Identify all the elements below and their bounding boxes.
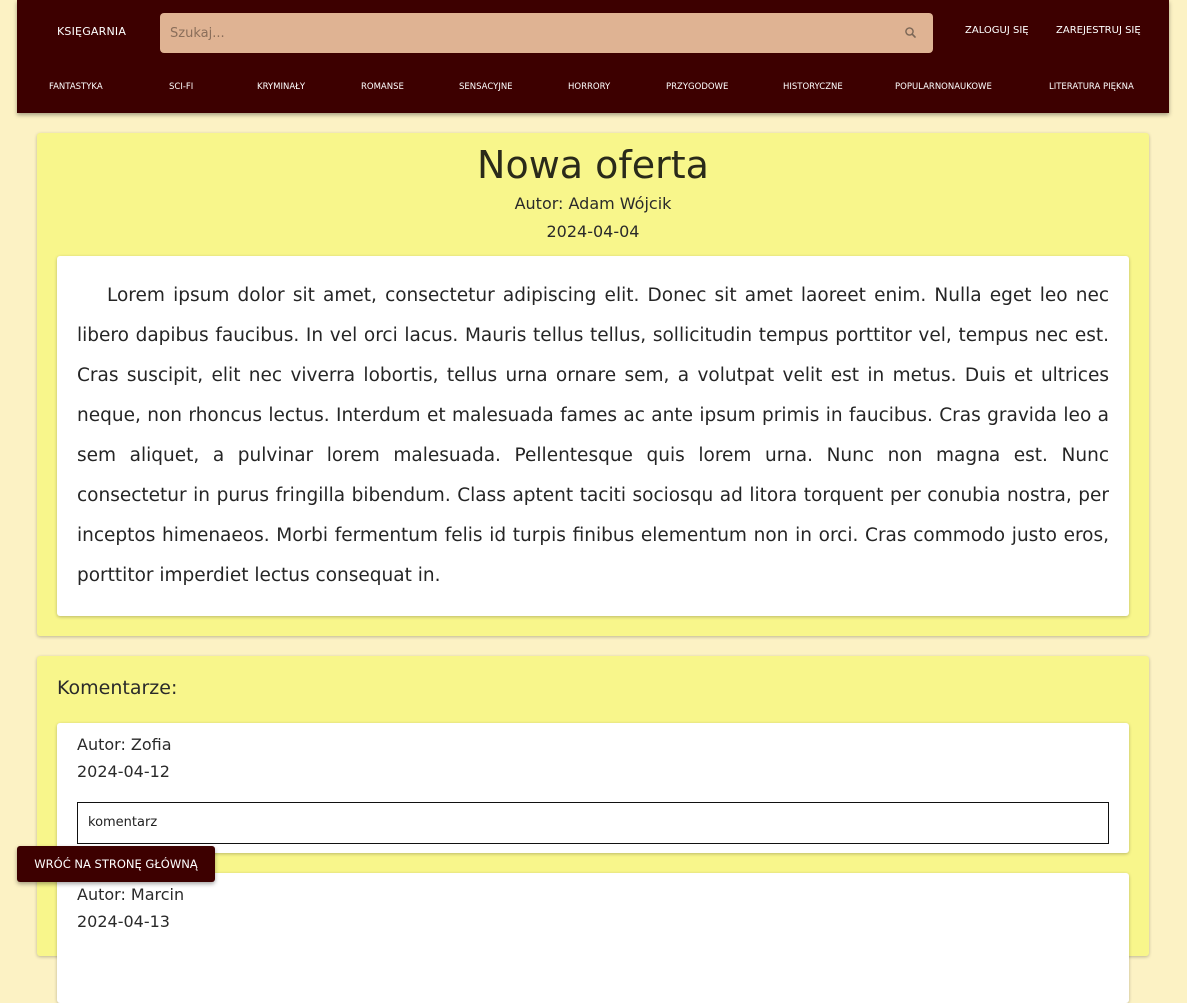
back-to-home-button[interactable]: WRÓĆ NA STRONĘ GŁÓWNĄ [17,846,215,882]
comment-author: Autor: Zofia [77,735,172,754]
category-kryminaly[interactable]: KRYMINAŁY [257,82,305,92]
category-horrory[interactable]: HORRORY [568,82,610,92]
category-literatura-piekna[interactable]: LITERATURA PIĘKNA [1049,82,1134,92]
comment-card: Autor: Zofia 2024-04-12 komentarz [57,723,1129,853]
article-date: 2024-04-04 [546,222,640,241]
comments-heading: Komentarze: [57,677,178,699]
comment-card: Autor: Marcin 2024-04-13 [57,873,1129,1003]
top-navbar: KSIĘGARNIA ZALOGUJ SIĘ ZAREJESTRUJ SIĘ F… [17,0,1169,113]
comments-section: Komentarze: Autor: Zofia 2024-04-12 kome… [37,656,1149,1003]
login-link[interactable]: ZALOGUJ SIĘ [965,25,1029,36]
register-link[interactable]: ZAREJESTRUJ SIĘ [1056,25,1141,36]
category-sci-fi[interactable]: SCI-FI [169,82,193,92]
comment-date: 2024-04-13 [77,912,170,931]
article-card: Nowa oferta Autor: Adam Wójcik 2024-04-0… [37,133,1149,636]
category-historyczne[interactable]: HISTORYCZNE [783,82,843,92]
article-body-text: Lorem ipsum dolor sit amet, consectetur … [77,285,1109,586]
article-author: Autor: Adam Wójcik [514,194,672,213]
search-input[interactable] [160,13,880,53]
comment-date: 2024-04-12 [77,762,170,781]
category-popularnonaukowe[interactable]: POPULARNONAUKOWE [895,82,992,92]
category-romanse[interactable]: ROMANSE [361,82,404,92]
category-fantastyka[interactable]: FANTASTYKA [49,82,103,92]
comment-author: Autor: Marcin [77,885,185,904]
category-sensacyjne[interactable]: SENSACYJNE [459,82,513,92]
category-przygodowe[interactable]: PRZYGODOWE [666,82,728,92]
brand-logo-link[interactable]: KSIĘGARNIA [57,25,126,38]
search-icon[interactable] [903,25,919,41]
comment-text: komentarz [77,802,1109,844]
search-bar [160,13,933,53]
article-title: Nowa oferta [477,143,709,187]
category-nav: FANTASTYKA SCI-FI KRYMINAŁY ROMANSE SENS… [17,78,1169,98]
article-body-box: Lorem ipsum dolor sit amet, consectetur … [57,256,1129,616]
